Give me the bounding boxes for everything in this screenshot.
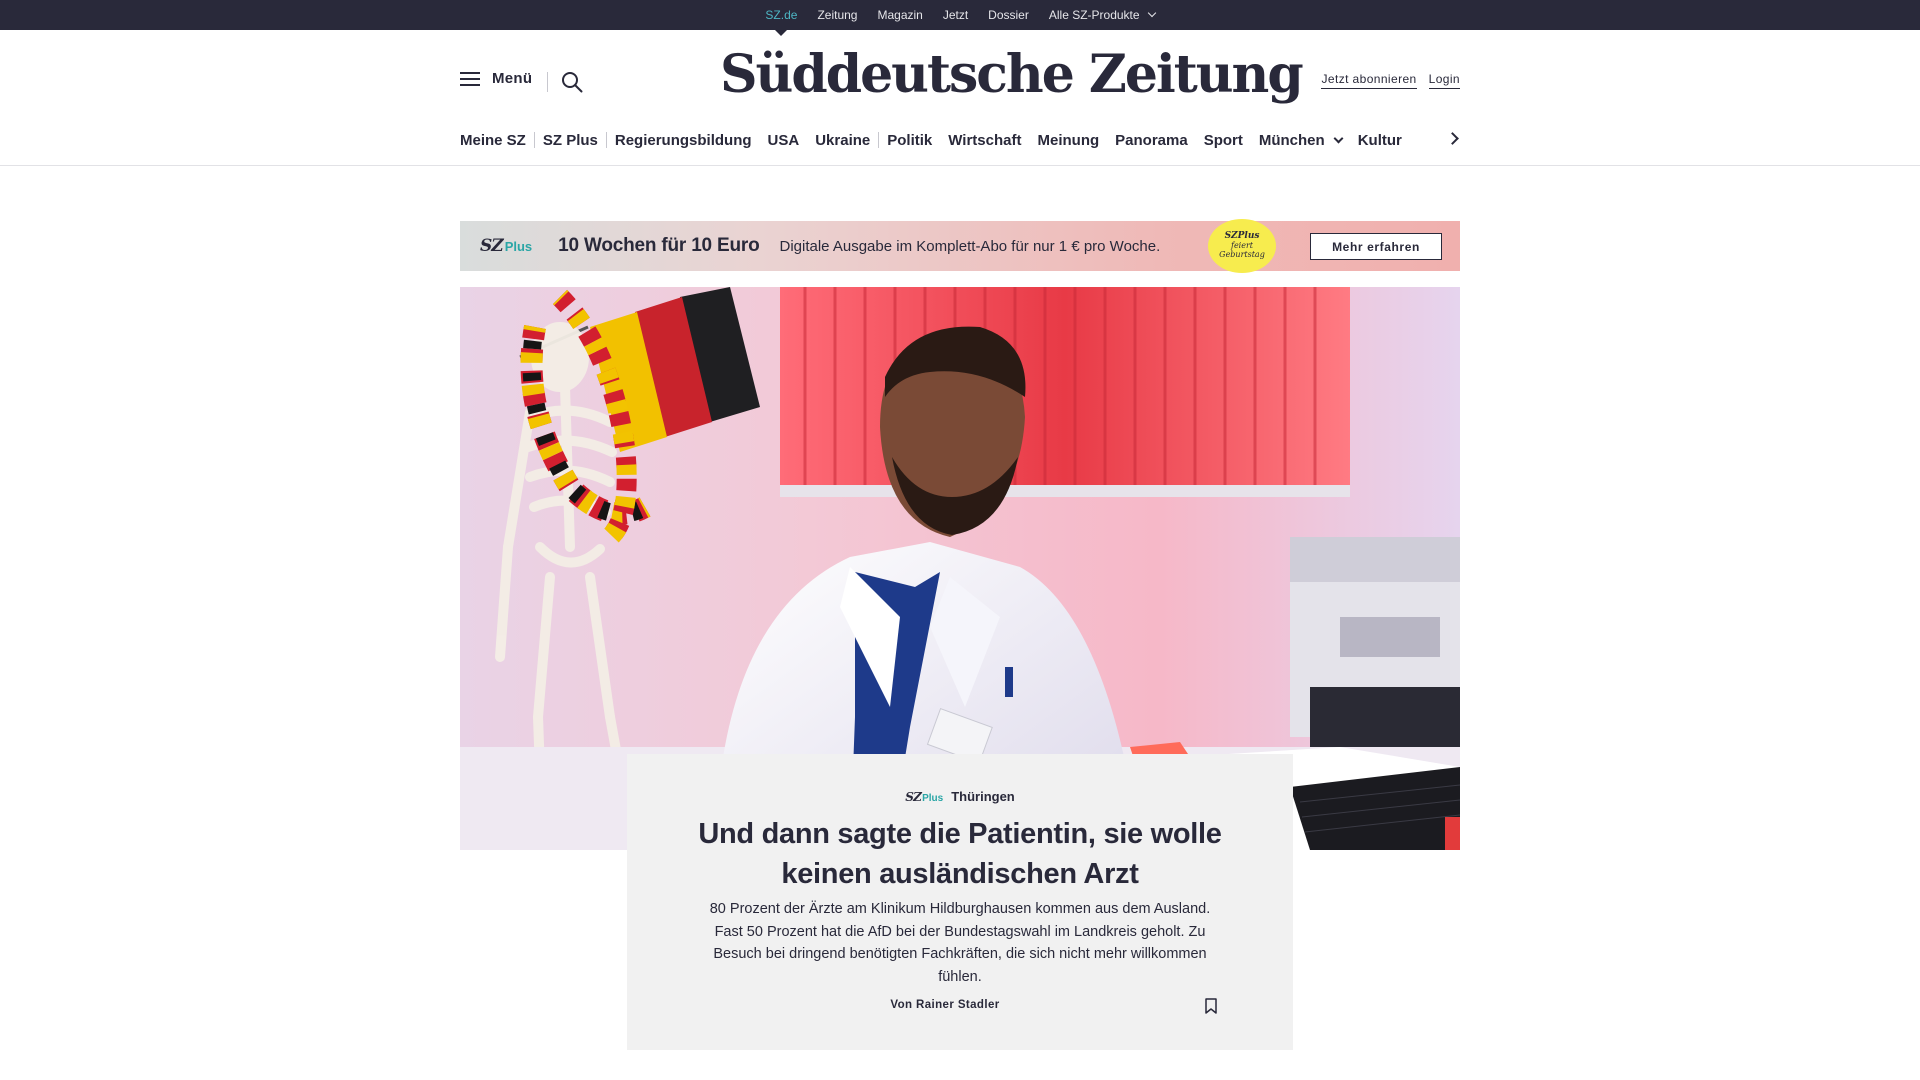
site-logo[interactable]: Süddeutsche Zeitung [720,44,1304,105]
search-icon[interactable] [561,71,583,93]
chevron-down-icon [1333,133,1344,143]
product-link-jetzt[interactable]: Jetzt [933,0,978,30]
product-link-zeitung[interactable]: Zeitung [807,0,867,30]
product-dropdown-all[interactable]: Alle SZ-Produkte [1039,0,1165,30]
sz-plus-logo-sz: SZ [480,236,504,256]
sz-plus-logo: SZ Plus [480,236,532,256]
section-panorama[interactable]: Panorama [1107,132,1196,149]
article-author: Von Rainer Stadler [890,999,1000,1011]
chevron-down-icon [1147,8,1156,18]
product-link-sz-de[interactable]: SZ.de [755,0,807,36]
section-muenchen[interactable]: München [1251,132,1350,149]
section-kultur[interactable]: Kultur [1350,132,1410,149]
hamburger-icon [460,71,480,87]
article-teaser-card[interactable]: SZPlus Thüringen Und dann sagte die Pati… [627,754,1293,1050]
header-divider [547,72,548,92]
promo-text: Digitale Ausgabe im Komplett-Abo für nur… [779,237,1161,255]
badge-line-3: Geburtstag [1219,249,1265,259]
sz-plus-logo-plus: Plus [504,239,533,254]
section-meine-sz[interactable]: Meine SZ [460,132,534,149]
section-nav: Meine SZ SZ Plus Regierungsbildung USA U… [460,128,1410,152]
top-bar: SZ.de Zeitung Magazin Jetzt Dossier Alle… [0,0,1920,36]
section-ukraine[interactable]: Ukraine [807,132,878,149]
product-link-magazin[interactable]: Magazin [867,0,932,30]
section-meinung[interactable]: Meinung [1029,132,1107,149]
product-nav: SZ.de Zeitung Magazin Jetzt Dossier Alle… [0,0,1920,36]
section-sz-plus[interactable]: SZ Plus [535,132,606,149]
promo-title: 10 Wochen für 10 Euro [558,235,760,256]
article-teaser-text: 80 Prozent der Ärzte am Klinikum Hildbur… [709,901,1211,985]
article-headline[interactable]: Und dann sagte die Patientin, sie wolle … [687,814,1233,894]
sz-plus-badge-plus: Plus [922,793,944,804]
birthday-badge: SZPlus feiert Geburtstag [1208,219,1276,273]
account-links: Jetzt abonnieren Login [1321,72,1460,89]
section-regierungsbildung[interactable]: Regierungsbildung [607,132,760,149]
product-dropdown-label: Alle SZ-Produkte [1048,8,1140,22]
section-muenchen-label: München [1258,131,1325,149]
login-link[interactable]: Login [1428,72,1460,89]
section-politik[interactable]: Politik [879,132,940,149]
article-kicker: SZPlus Thüringen [627,788,1293,806]
section-usa[interactable]: USA [760,132,808,149]
menu-button[interactable]: Menü [460,70,532,87]
sz-plus-badge-sz: SZ [905,790,922,804]
learn-more-button[interactable]: Mehr erfahren [1310,233,1442,260]
article-topic: Thüringen [951,789,1015,804]
section-wirtschaft[interactable]: Wirtschaft [940,132,1029,149]
section-sport[interactable]: Sport [1196,132,1251,149]
menu-label: Menü [492,70,533,87]
subscribe-link[interactable]: Jetzt abonnieren [1321,72,1417,89]
bookmark-icon[interactable] [1205,998,1217,1014]
sz-plus-badge: SZPlus [905,788,943,806]
header-divider-line [0,165,1920,166]
chevron-right-icon[interactable] [1446,132,1459,145]
product-link-dossier[interactable]: Dossier [978,0,1039,30]
subscription-promo-banner[interactable]: SZ Plus 10 Wochen für 10 Euro Digitale A… [460,219,1460,273]
